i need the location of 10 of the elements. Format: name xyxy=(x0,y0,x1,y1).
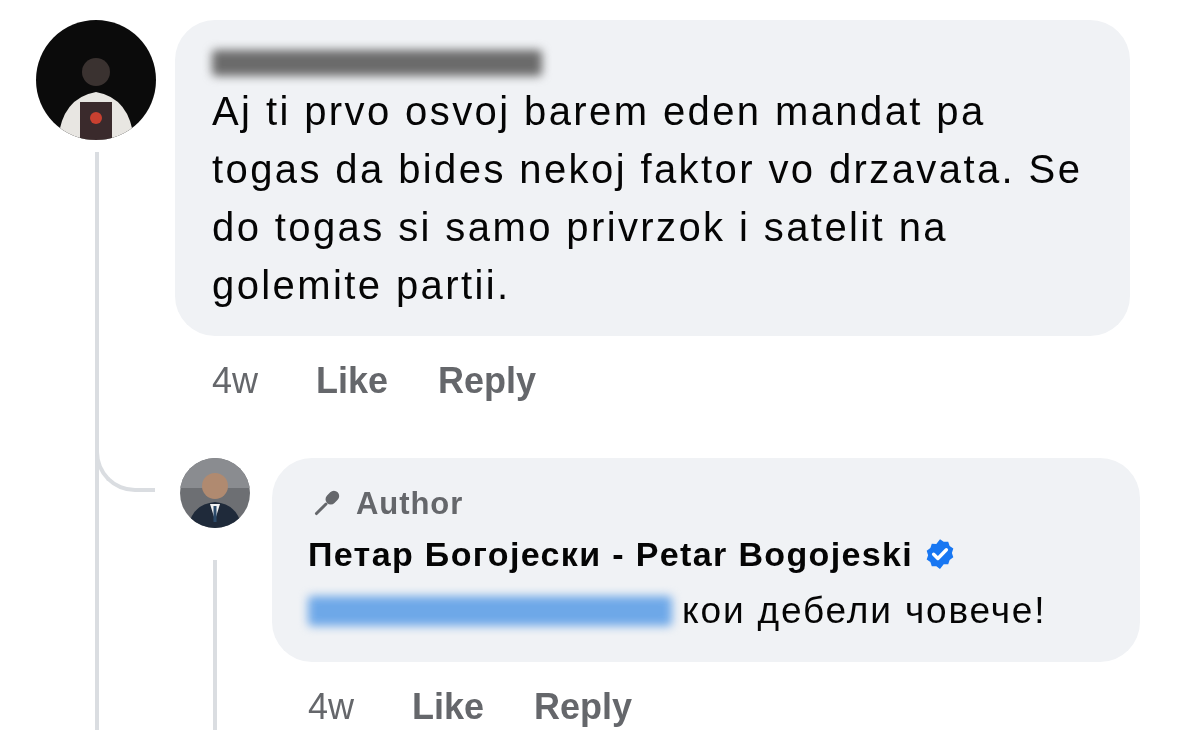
like-button[interactable]: Like xyxy=(316,354,389,408)
like-button[interactable]: Like xyxy=(412,680,485,730)
comment-text: кои дебели човече! xyxy=(682,589,1047,634)
reply-button[interactable]: Reply xyxy=(438,354,537,408)
author-label: Author xyxy=(356,484,464,523)
author-name[interactable]: Петар Богојески - Petar Bogojeski xyxy=(308,528,914,580)
reply-button[interactable]: Reply xyxy=(534,680,633,730)
comment-time: 4w xyxy=(212,359,260,403)
comment-time: 4w xyxy=(308,685,356,729)
comment-text: Aj ti prvo osvoj barem eden mandat pa togas da bides nekoj faktor vo drzavata. Se do togas si samo privrzok i satelit na golemite partii. xyxy=(212,88,1084,309)
